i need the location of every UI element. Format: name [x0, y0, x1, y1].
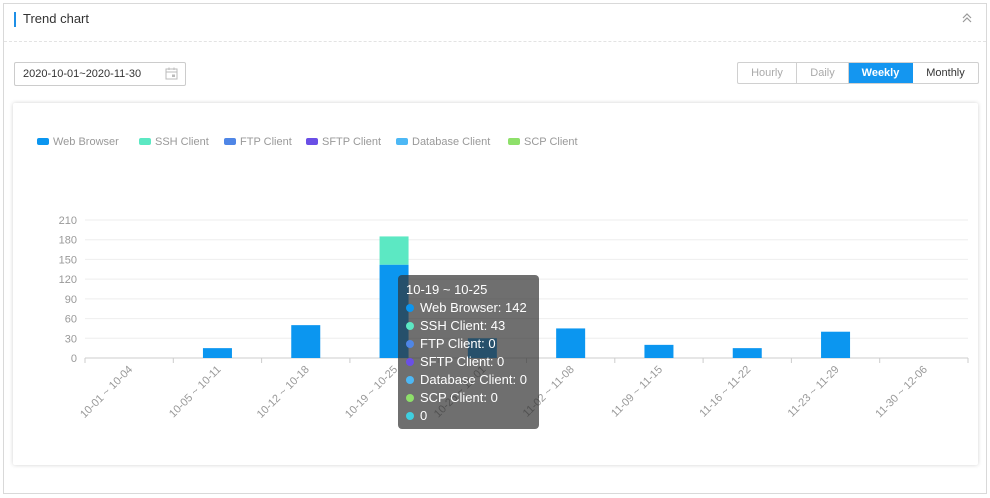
legend-label: Database Client	[412, 136, 490, 148]
bar-segment	[821, 331, 851, 358]
x-tick-label: 11-09 ~ 11-15	[609, 364, 665, 420]
legend-label: SCP Client	[524, 136, 578, 148]
tooltip-row-text: Web Browser: 142	[420, 300, 527, 315]
tooltip-row: SFTP Client: 0	[406, 353, 531, 371]
title-accent-bar	[14, 12, 16, 27]
legend-swatch	[37, 138, 49, 145]
legend-swatch	[508, 138, 520, 145]
period-switcher: Hourly Daily Weekly Monthly	[737, 62, 979, 84]
series-dot-icon	[406, 340, 414, 348]
x-tick-label: 10-05 ~ 10-11	[167, 364, 224, 421]
y-tick-label: 30	[65, 333, 77, 345]
panel-title: Trend chart	[23, 11, 89, 26]
y-tick-label: 180	[59, 235, 77, 247]
x-tick-label: 11-30 ~ 12-06	[873, 364, 930, 421]
legend-swatch	[139, 138, 151, 145]
tooltip-row-text: FTP Client: 0	[420, 336, 496, 351]
series-dot-icon	[406, 304, 414, 312]
tooltip-title: 10-19 ~ 10-25	[406, 282, 488, 297]
series-dot-icon	[406, 412, 414, 420]
tooltip-row: 0	[406, 407, 531, 425]
x-tick-label: 10-01 ~ 10-04	[78, 364, 135, 421]
bar-segment	[644, 344, 674, 358]
y-tick-label: 120	[59, 274, 77, 286]
series-dot-icon	[406, 394, 414, 402]
legend-label: Web Browser	[53, 136, 119, 148]
y-tick-label: 90	[65, 294, 77, 306]
tooltip-row: Database Client: 0	[406, 371, 531, 389]
series-dot-icon	[406, 322, 414, 330]
legend-label: FTP Client	[240, 136, 292, 148]
calendar-icon[interactable]	[165, 67, 178, 80]
tooltip-row: Web Browser: 142	[406, 299, 531, 317]
y-tick-label: 150	[59, 254, 77, 266]
tooltip-row-text: SFTP Client: 0	[420, 354, 505, 369]
tab-hourly[interactable]: Hourly	[738, 63, 797, 83]
collapse-chevron-up-icon[interactable]	[961, 12, 973, 24]
tab-daily[interactable]: Daily	[797, 63, 849, 83]
legend-label: SFTP Client	[322, 136, 381, 148]
x-tick-label: 11-16 ~ 11-22	[697, 364, 753, 420]
tooltip-row-text: SCP Client: 0	[420, 390, 498, 405]
tooltip-row-text: SSH Client: 43	[420, 318, 506, 333]
tooltip-row: FTP Client: 0	[406, 335, 531, 353]
tooltip-row-text: Database Client: 0	[420, 372, 527, 387]
tooltip-row: SSH Client: 43	[406, 317, 531, 335]
tab-weekly[interactable]: Weekly	[849, 63, 913, 83]
bar-segment	[379, 236, 409, 265]
bar-segment	[202, 348, 232, 358]
tooltip-row-text: 0	[420, 408, 428, 423]
tab-monthly[interactable]: Monthly	[913, 63, 978, 83]
panel-header: Trend chart	[4, 4, 986, 42]
series-dot-icon	[406, 358, 414, 366]
x-tick-label: 11-23 ~ 11-29	[786, 364, 842, 420]
y-tick-label: 210	[59, 215, 77, 227]
bar-segment	[732, 348, 762, 358]
tooltip-row: SCP Client: 0	[406, 389, 531, 407]
y-tick-label: 60	[65, 314, 77, 326]
x-tick-label: 10-19 ~ 10-25	[343, 364, 400, 421]
bar-segment	[291, 325, 321, 358]
series-dot-icon	[406, 376, 414, 384]
legend-swatch	[396, 138, 408, 145]
bar-segment	[556, 328, 586, 358]
date-range-value: 2020-10-01~2020-11-30	[23, 68, 142, 80]
chart-tooltip: 10-19 ~ 10-25 Web Browser: 142 SSH Client…	[398, 275, 539, 429]
y-tick-label: 0	[71, 353, 77, 365]
legend-label: SSH Client	[155, 136, 209, 148]
date-range-picker[interactable]: 2020-10-01~2020-11-30	[14, 62, 186, 86]
legend-swatch	[306, 138, 318, 145]
legend-swatch	[224, 138, 236, 145]
x-tick-label: 10-12 ~ 10-18	[255, 364, 312, 421]
